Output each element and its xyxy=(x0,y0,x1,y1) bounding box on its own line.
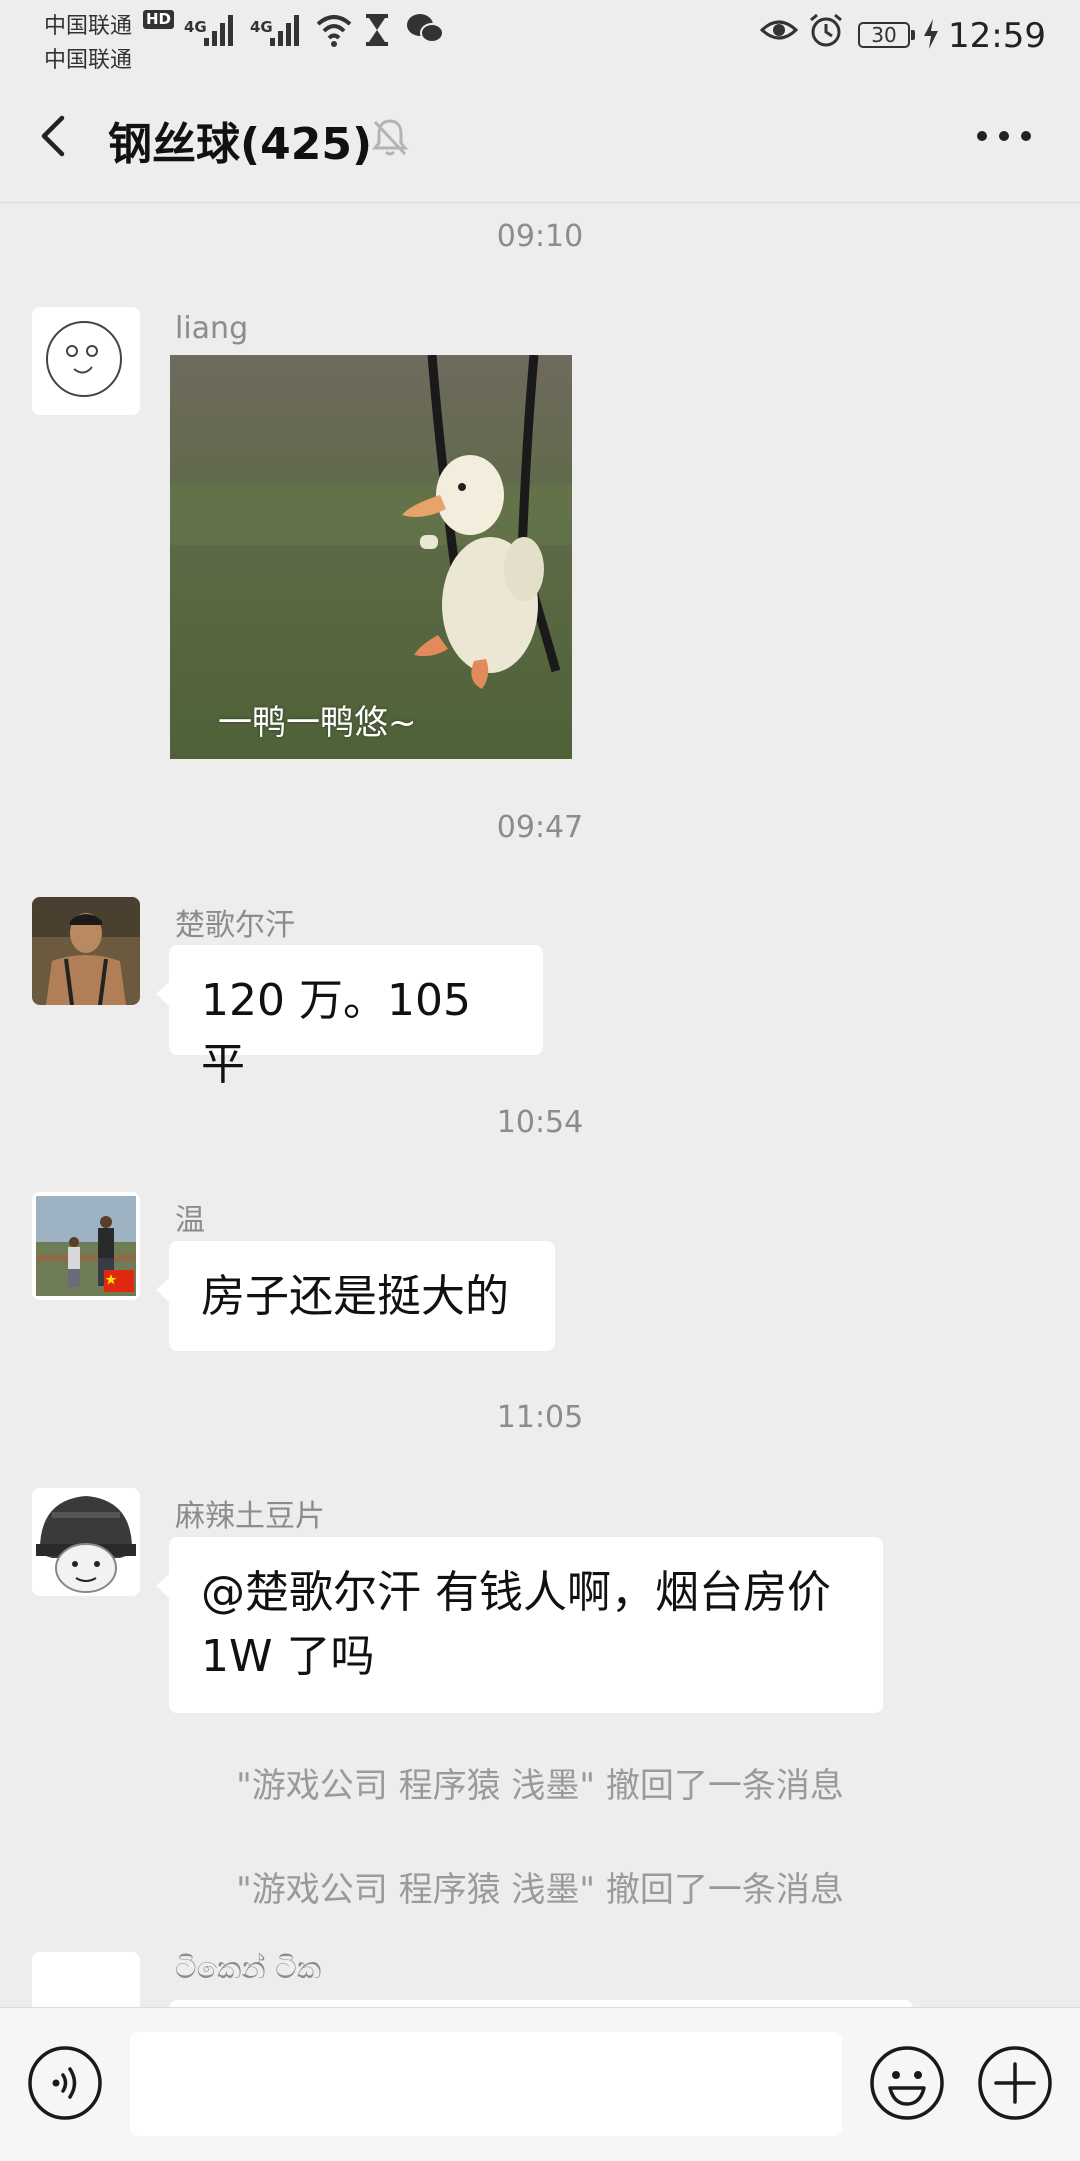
smiley-avatar-icon xyxy=(32,307,140,415)
message-text: 房子还是挺大的 xyxy=(201,1271,509,1322)
helmet-avatar-icon xyxy=(32,1488,140,1596)
message-timestamp: 09:47 xyxy=(496,810,584,845)
sender-name: liang xyxy=(175,311,249,346)
message-text-line: 1W 了吗 xyxy=(201,1631,375,1682)
avatar[interactable] xyxy=(32,307,140,415)
photo-avatar xyxy=(32,1192,140,1300)
input-bar xyxy=(0,2007,1080,2161)
wechat-icon xyxy=(407,14,444,43)
eye-icon xyxy=(760,20,798,40)
sender-name: 麻辣土豆片 xyxy=(175,1499,325,1534)
recall-notice: "游戏公司 程序猿 浅墨" 撤回了一条消息 xyxy=(236,1870,844,1910)
plus-icon xyxy=(978,2046,1052,2120)
emoji-button[interactable] xyxy=(868,2044,946,2122)
emoji-icon xyxy=(870,2046,944,2120)
status-bar: 中国联通 中国联通 HD 4G 4G 30 12:59 xyxy=(0,0,1080,73)
back-button[interactable] xyxy=(28,108,84,164)
plus-button[interactable] xyxy=(976,2044,1054,2122)
image-message[interactable]: 一鸭一鸭悠~ xyxy=(170,355,572,759)
avatar[interactable] xyxy=(32,1192,140,1300)
avatar[interactable] xyxy=(32,1952,140,2007)
battery-icon: 30 xyxy=(858,22,910,48)
message-bubble[interactable]: @楚歌尔汗 有钱人啊，烟台房价 1W 了吗 xyxy=(156,1537,883,1713)
hd-badge: HD xyxy=(143,10,175,29)
recall-notice: "游戏公司 程序猿 浅墨" 撤回了一条消息 xyxy=(236,1766,844,1806)
wifi-icon xyxy=(316,15,352,47)
message-bubble[interactable]: 房子还是挺大的 xyxy=(156,1241,555,1351)
avatar[interactable] xyxy=(32,897,140,1005)
message-text-line: @楚歌尔汗 有钱人啊，烟台房价 xyxy=(201,1567,831,1618)
message-bubble[interactable] xyxy=(169,2000,913,2007)
avatar[interactable] xyxy=(32,1488,140,1596)
message-timestamp: 10:54 xyxy=(496,1105,584,1140)
voice-icon xyxy=(28,2046,102,2120)
voice-button[interactable] xyxy=(26,2044,104,2122)
image-caption: 一鸭一鸭悠~ xyxy=(218,703,417,743)
alarm-icon xyxy=(810,13,842,47)
chat-header: 钢丝球(425) xyxy=(0,70,1080,203)
chevron-left-icon xyxy=(41,115,65,157)
photo-avatar xyxy=(32,897,140,1005)
message-timestamp: 11:05 xyxy=(496,1400,584,1435)
chat-title: 钢丝球(425) xyxy=(108,119,373,170)
sender-name: ටිකෙන් ටික xyxy=(175,1951,322,1986)
sender-name: 温 xyxy=(175,1203,205,1238)
message-text: 120 万。105 平 xyxy=(201,975,471,1090)
battery-tip xyxy=(911,30,915,40)
hourglass-icon xyxy=(366,14,388,46)
message-input[interactable] xyxy=(130,2032,842,2136)
charging-icon xyxy=(924,19,938,49)
message-list[interactable]: 09:10 liang 一鸭一鸭悠~ 09:47 楚歌尔汗 120 万。105 … xyxy=(0,203,1080,2007)
more-button[interactable] xyxy=(966,108,1042,164)
carrier-label-1: 中国联通 xyxy=(44,14,133,39)
sender-name: 楚歌尔汗 xyxy=(175,908,295,943)
bell-off-icon xyxy=(371,119,409,156)
more-icon xyxy=(977,131,1031,141)
message-timestamp: 09:10 xyxy=(496,219,584,254)
message-bubble[interactable]: 120 万。105 平 xyxy=(156,945,543,1090)
status-time: 12:59 xyxy=(948,16,1046,56)
